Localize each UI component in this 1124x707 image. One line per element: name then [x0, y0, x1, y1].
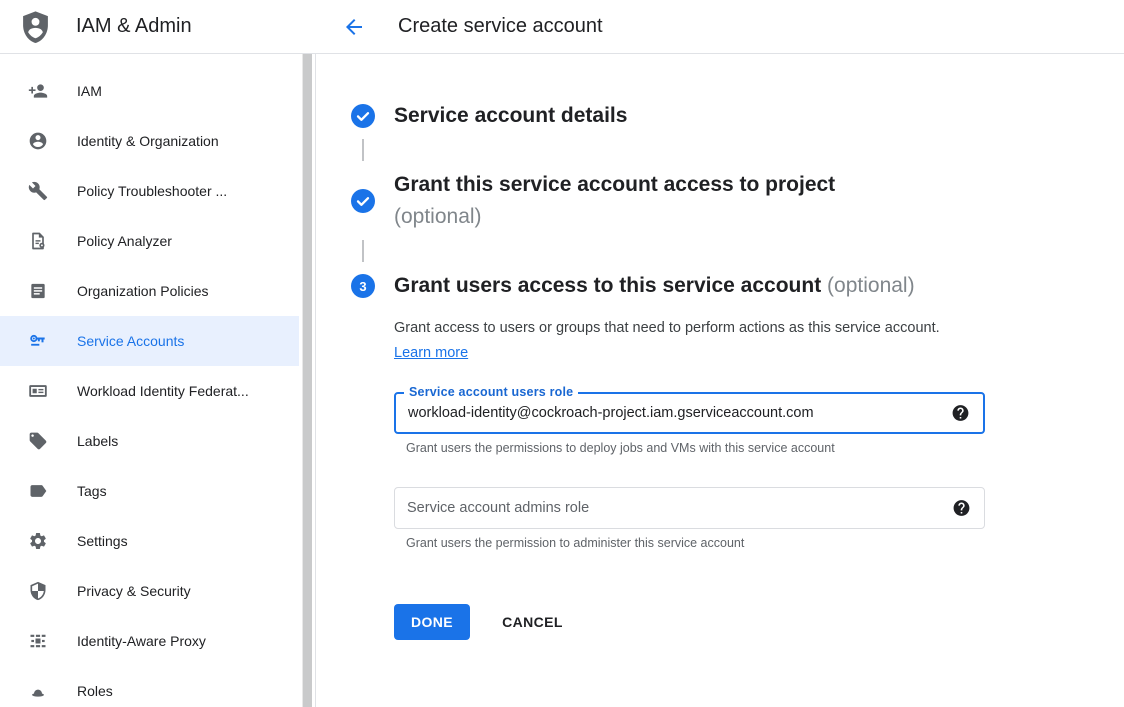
- tag-arrow-icon: [28, 481, 48, 501]
- sidebar-item-service-accounts[interactable]: Service Accounts: [0, 316, 299, 366]
- sidebar-item-label: Privacy & Security: [77, 583, 191, 599]
- admins-role-helper-text: Grant users the permission to administer…: [406, 536, 994, 550]
- sidebar-nav-list: IAM Identity & Organization Policy Troub…: [0, 54, 299, 707]
- sidebar-item-label: Organization Policies: [77, 283, 209, 299]
- sidebar-item-privacy-security[interactable]: Privacy & Security: [0, 566, 299, 616]
- sidebar-item-label: Policy Troubleshooter ...: [77, 183, 227, 199]
- shield-icon: [28, 581, 48, 601]
- sidebar-item-policy-troubleshooter[interactable]: Policy Troubleshooter ...: [0, 166, 299, 216]
- step-1-complete-icon: [351, 104, 375, 128]
- sidebar-item-settings[interactable]: Settings: [0, 516, 299, 566]
- service-account-users-role-field: Service account users role: [394, 392, 985, 434]
- sidebar-item-label: Settings: [77, 533, 128, 549]
- step-1-title: Service account details: [394, 100, 627, 132]
- policy-analyzer-icon: [28, 231, 48, 251]
- sidebar-item-label: Workload Identity Federat...: [77, 383, 249, 399]
- wrench-icon: [28, 181, 48, 201]
- cancel-button[interactable]: CANCEL: [502, 614, 563, 630]
- identity-card-icon: [28, 381, 48, 401]
- page-header: Create service account: [316, 14, 603, 40]
- step-2-complete-icon: [351, 189, 375, 213]
- done-button[interactable]: DONE: [394, 604, 470, 640]
- sidebar-item-label: Roles: [77, 683, 113, 699]
- product-title: IAM & Admin: [76, 15, 192, 38]
- sidebar-item-tags[interactable]: Tags: [0, 466, 299, 516]
- sidebar-item-label: IAM: [77, 83, 102, 99]
- iam-shield-logo-icon: [18, 9, 53, 44]
- admins-role-input[interactable]: [395, 488, 984, 528]
- top-app-bar: IAM & Admin Create service account: [0, 0, 1124, 54]
- account-circle-icon: [28, 131, 48, 151]
- sidebar-item-policy-analyzer[interactable]: Policy Analyzer: [0, 216, 299, 266]
- step-3-description: Grant access to users or groups that nee…: [394, 316, 950, 366]
- service-account-admins-role-field: [394, 487, 985, 529]
- step-1-service-account-details: Service account details: [351, 100, 1124, 132]
- users-role-input[interactable]: [396, 394, 983, 432]
- help-icon[interactable]: [951, 404, 970, 423]
- step-2-grant-access-to-project: Grant this service account access to pro…: [351, 169, 1124, 233]
- help-icon[interactable]: [952, 499, 971, 518]
- back-arrow-icon[interactable]: [341, 14, 367, 40]
- service-account-key-icon: [28, 331, 48, 351]
- form-actions: DONE CANCEL: [394, 604, 994, 640]
- step-2-title: Grant this service account access to pro…: [394, 169, 835, 233]
- proxy-icon: [28, 631, 48, 651]
- gear-icon: [28, 531, 48, 551]
- users-role-helper-text: Grant users the permissions to deploy jo…: [406, 441, 994, 455]
- create-service-account-form: Service account details Grant this servi…: [316, 54, 1124, 707]
- page-title: Create service account: [398, 15, 603, 38]
- sidebar-item-label: Tags: [77, 483, 107, 499]
- sidebar-item-label: Labels: [77, 433, 118, 449]
- sidebar-item-label: Policy Analyzer: [77, 233, 172, 249]
- step-3-title: Grant users access to this service accou…: [394, 270, 915, 302]
- sidebar-item-label: Identity & Organization: [77, 133, 219, 149]
- sidebar-item-workload-identity-federation[interactable]: Workload Identity Federat...: [0, 366, 299, 416]
- step-3-grant-users-access: 3 Grant users access to this service acc…: [351, 270, 1124, 302]
- stepper-connector: [362, 240, 364, 262]
- users-role-field-label: Service account users role: [404, 385, 578, 399]
- hat-icon: [28, 681, 48, 701]
- label-tag-icon: [28, 431, 48, 451]
- iam-admin-console: IAM & Admin Create service account IAM: [0, 0, 1124, 707]
- stepper-connector: [362, 139, 364, 161]
- sidebar: IAM Identity & Organization Policy Troub…: [0, 54, 316, 707]
- sidebar-item-iam[interactable]: IAM: [0, 66, 299, 116]
- sidebar-item-label: Service Accounts: [77, 333, 184, 349]
- sidebar-scrollbar[interactable]: [302, 54, 312, 707]
- sidebar-item-organization-policies[interactable]: Organization Policies: [0, 266, 299, 316]
- sidebar-item-labels[interactable]: Labels: [0, 416, 299, 466]
- sidebar-item-roles[interactable]: Roles: [0, 666, 299, 707]
- sidebar-item-label: Identity-Aware Proxy: [77, 633, 206, 649]
- sidebar-item-identity-aware-proxy[interactable]: Identity-Aware Proxy: [0, 616, 299, 666]
- learn-more-link[interactable]: Learn more: [394, 345, 468, 361]
- step-3-optional-label: (optional): [827, 274, 915, 297]
- document-lines-icon: [28, 281, 48, 301]
- step-2-optional-label: (optional): [394, 201, 835, 233]
- person-add-icon: [28, 81, 48, 101]
- sidebar-item-identity-organization[interactable]: Identity & Organization: [0, 116, 299, 166]
- product-header: IAM & Admin: [0, 9, 316, 44]
- step-3-number-badge: 3: [351, 274, 375, 298]
